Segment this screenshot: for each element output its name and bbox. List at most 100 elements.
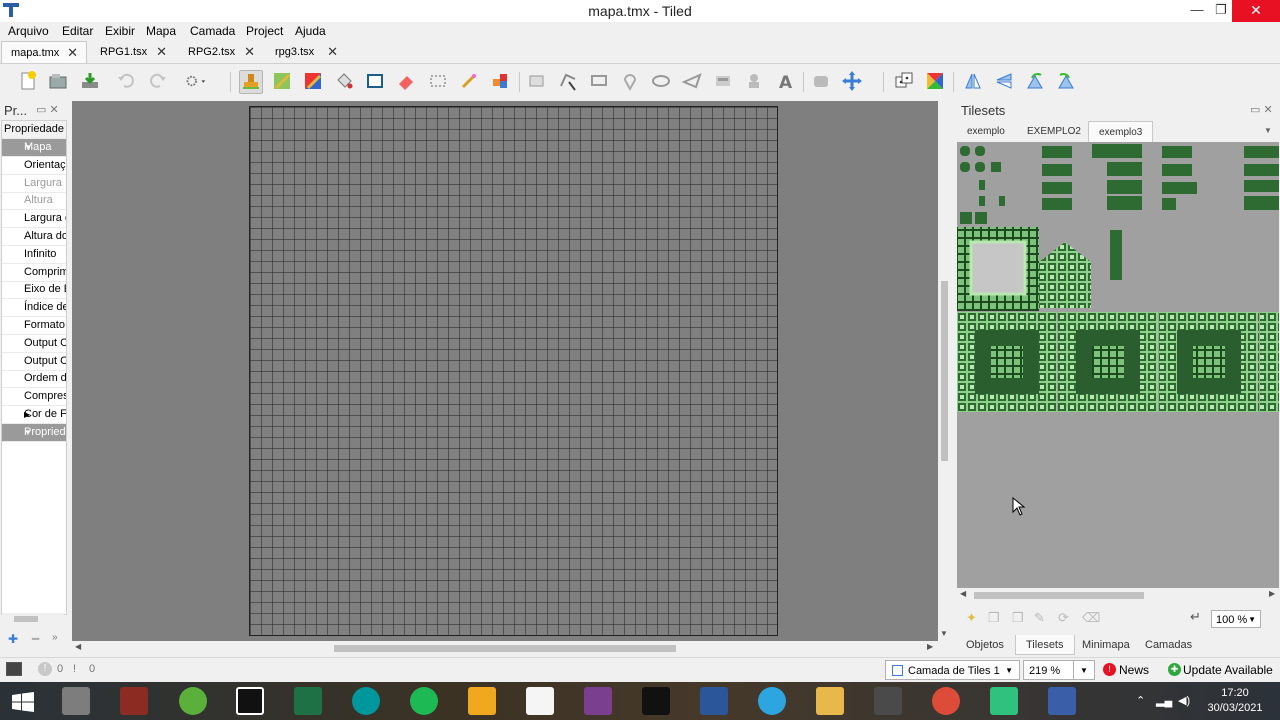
add-property-icon[interactable]: ✚ xyxy=(8,632,18,646)
file-explorer-icon[interactable] xyxy=(816,687,844,715)
update-link[interactable]: Update Available xyxy=(1183,663,1273,677)
select-same-tile-icon[interactable] xyxy=(489,70,511,92)
property-group[interactable]: ▼ Propried xyxy=(2,423,66,442)
open-icon[interactable] xyxy=(47,70,69,92)
tileset-tab-exemplo2[interactable]: EXEMPLO2 xyxy=(1017,121,1091,142)
random-mode-icon[interactable] xyxy=(810,70,832,92)
app-icon[interactable] xyxy=(468,687,496,715)
move-icon[interactable] xyxy=(841,70,863,92)
tiled-icon[interactable] xyxy=(1048,687,1076,715)
property-row[interactable]: Altura do xyxy=(2,228,66,246)
edit-tileset-icon[interactable]: ✎ xyxy=(1034,610,1045,626)
network-icon[interactable]: ▂▄ xyxy=(1156,694,1172,707)
property-row[interactable]: Ordem d xyxy=(2,370,66,389)
dynamic-wrapping-icon[interactable]: ↵ xyxy=(1190,609,1201,625)
insert-point-icon[interactable] xyxy=(619,70,641,92)
terrain-brush-icon[interactable] xyxy=(271,70,293,92)
menu-mapa[interactable]: Mapa xyxy=(146,24,176,38)
chevron-right-icon[interactable]: ▶ xyxy=(24,406,30,423)
news-link[interactable]: News xyxy=(1119,663,1149,677)
rotate-left-icon[interactable] xyxy=(1024,70,1046,92)
embed-tileset-icon[interactable]: ❒ xyxy=(988,610,1000,626)
property-row[interactable]: Eixo de E xyxy=(2,281,66,300)
flip-horizontal-icon[interactable] xyxy=(962,70,984,92)
word-icon[interactable] xyxy=(700,687,728,715)
menu-arquivo[interactable]: Arquivo xyxy=(8,24,49,38)
flip-vertical-icon[interactable] xyxy=(993,70,1015,92)
close-tab-icon[interactable]: ✕ xyxy=(67,42,78,64)
volume-icon[interactable]: ◀) xyxy=(1178,694,1190,707)
arduino-icon[interactable] xyxy=(352,687,380,715)
tab-rpg3-tsx[interactable]: rpg3.tsx ✕ xyxy=(266,41,346,63)
tileset-zoom-select[interactable]: 100 % ▼ xyxy=(1211,610,1261,628)
property-row[interactable]: Índice de xyxy=(2,299,66,318)
insert-text-icon[interactable]: A xyxy=(774,70,796,92)
property-row[interactable]: Compres xyxy=(2,388,66,407)
tray-chevron-icon[interactable]: ⌃ xyxy=(1136,694,1145,707)
remove-property-icon[interactable]: ━ xyxy=(32,632,39,646)
property-row[interactable]: Largura xyxy=(2,175,66,193)
close-icon[interactable]: ✕ xyxy=(1232,0,1280,22)
delete-tileset-icon[interactable]: ⌫ xyxy=(1082,610,1100,626)
refresh-tileset-icon[interactable]: ⟳ xyxy=(1058,610,1069,626)
property-row[interactable]: Orientaç xyxy=(2,157,66,175)
close-tab-icon[interactable]: ✕ xyxy=(327,41,338,63)
property-hscrollbar[interactable] xyxy=(2,613,64,625)
property-row[interactable]: Largura d xyxy=(2,210,66,229)
bucket-fill-icon[interactable] xyxy=(333,70,355,92)
property-row[interactable]: Output C xyxy=(2,353,66,371)
insert-rectangle-icon[interactable] xyxy=(588,70,610,92)
dock-tab-tilesets[interactable]: Tilesets xyxy=(1015,635,1075,655)
property-row[interactable]: Infinito xyxy=(2,246,66,264)
save-icon[interactable] xyxy=(79,70,101,92)
random-mode-dice-icon[interactable] xyxy=(893,70,915,92)
tab-rpg2-tsx[interactable]: RPG2.tsx ✕ xyxy=(179,41,263,63)
app-icon[interactable] xyxy=(236,687,264,715)
app-icon[interactable] xyxy=(62,687,90,715)
rect-select-icon[interactable] xyxy=(427,70,449,92)
error-icon[interactable]: ! xyxy=(38,662,52,676)
telegram-icon[interactable] xyxy=(758,687,786,715)
utorrent-icon[interactable] xyxy=(179,687,207,715)
property-row[interactable]: Comprim xyxy=(2,264,66,282)
tileset-tab-exemplo3[interactable]: exemplo3 xyxy=(1088,121,1154,142)
file-icon[interactable] xyxy=(526,687,554,715)
property-row[interactable]: Cor de F ▶ xyxy=(2,406,66,424)
tile-map-grid[interactable] xyxy=(249,106,778,636)
start-icon[interactable] xyxy=(12,692,34,712)
media-player-icon[interactable] xyxy=(874,687,902,715)
canvas-horizontal-scrollbar[interactable]: ◀ ▶ xyxy=(72,641,938,655)
tileset-image[interactable] xyxy=(957,142,1279,588)
epic-games-icon[interactable] xyxy=(642,687,670,715)
chevron-down-icon[interactable]: ▼ xyxy=(1264,126,1272,135)
tab-rpg1-tsx[interactable]: RPG1.tsx ✕ xyxy=(91,41,175,63)
property-group[interactable]: ▼ Mapa xyxy=(2,139,66,157)
wang-fill-mode-icon[interactable] xyxy=(924,70,946,92)
property-list[interactable]: Propriedade ▼ Mapa Orientaç Largura Altura La… xyxy=(1,120,67,615)
eraser-icon[interactable] xyxy=(395,70,417,92)
insert-template-icon[interactable] xyxy=(743,70,765,92)
shape-fill-icon[interactable] xyxy=(364,70,386,92)
magic-wand-icon[interactable] xyxy=(458,70,480,92)
panel-float-close-icons[interactable]: ▭ ✕ xyxy=(36,103,59,116)
insert-polygon-icon[interactable] xyxy=(681,70,703,92)
property-row[interactable]: Output C xyxy=(2,335,66,353)
chrome-icon[interactable] xyxy=(932,687,960,715)
tab-mapa-tmx[interactable]: mapa.tmx ✕ xyxy=(1,41,87,63)
property-row[interactable]: Altura xyxy=(2,192,66,211)
spotify-icon[interactable] xyxy=(410,687,438,715)
tileset-view[interactable] xyxy=(957,142,1279,588)
zoom-select[interactable]: 219 % ▼ xyxy=(1023,660,1095,680)
menu-editar[interactable]: Editar xyxy=(62,24,93,38)
select-objects-icon[interactable] xyxy=(526,70,548,92)
rotate-right-icon[interactable] xyxy=(1055,70,1077,92)
console-icon[interactable] xyxy=(6,662,22,676)
winrar-icon[interactable] xyxy=(584,687,612,715)
app-icon[interactable] xyxy=(120,687,148,715)
undo-icon[interactable] xyxy=(115,70,137,92)
redo-icon[interactable] xyxy=(147,70,169,92)
layer-select[interactable]: Camada de Tiles 1 ▼ xyxy=(885,660,1020,680)
new-icon[interactable] xyxy=(17,70,39,92)
app-icon[interactable] xyxy=(990,687,1018,715)
insert-ellipse-icon[interactable] xyxy=(650,70,672,92)
